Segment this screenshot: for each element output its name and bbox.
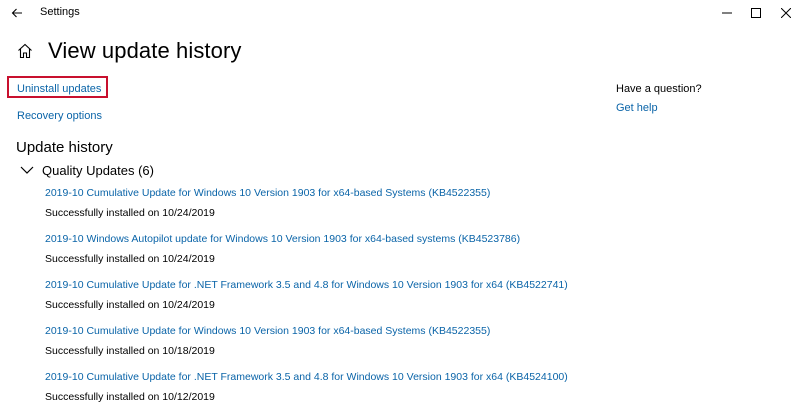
quality-updates-group[interactable]: Quality Updates (6) — [20, 161, 154, 179]
help-heading: Have a question? — [616, 83, 702, 95]
update-title-link[interactable]: 2019-10 Cumulative Update for Windows 10… — [45, 325, 785, 337]
back-button[interactable] — [6, 2, 28, 24]
update-status: Successfully installed on 10/12/2019 — [45, 391, 215, 403]
update-title-link[interactable]: 2019-10 Cumulative Update for .NET Frame… — [45, 279, 785, 291]
uninstall-updates-link[interactable]: Uninstall updates — [17, 83, 101, 95]
list-item: 2019-10 Cumulative Update for .NET Frame… — [45, 279, 785, 325]
update-status: Successfully installed on 10/18/2019 — [45, 345, 215, 357]
quality-updates-label: Quality Updates (6) — [42, 162, 154, 178]
list-item: 2019-10 Windows Autopilot update for Win… — [45, 233, 785, 279]
recovery-options-link[interactable]: Recovery options — [17, 110, 102, 122]
update-title-link[interactable]: 2019-10 Cumulative Update for Windows 10… — [45, 187, 785, 199]
home-icon — [18, 43, 32, 59]
update-status: Successfully installed on 10/24/2019 — [45, 299, 215, 311]
page-header: View update history — [14, 36, 242, 66]
title-bar: Settings — [0, 0, 800, 26]
list-item: 2019-10 Cumulative Update for .NET Frame… — [45, 371, 785, 417]
chevron-down-icon — [20, 163, 34, 177]
list-item: 2019-10 Cumulative Update for Windows 10… — [45, 325, 785, 371]
update-status: Successfully installed on 10/24/2019 — [45, 253, 215, 265]
list-item: 2019-10 Cumulative Update for Windows 10… — [45, 187, 785, 233]
update-list: 2019-10 Cumulative Update for Windows 10… — [45, 187, 785, 417]
home-button[interactable] — [14, 40, 36, 62]
page-title: View update history — [48, 38, 242, 63]
maximize-icon — [751, 8, 761, 18]
update-title-link[interactable]: 2019-10 Windows Autopilot update for Win… — [45, 233, 785, 245]
update-title-link[interactable]: 2019-10 Cumulative Update for .NET Frame… — [45, 371, 785, 383]
update-history-heading: Update history — [16, 139, 113, 156]
back-arrow-icon — [11, 8, 22, 18]
window-title: Settings — [40, 6, 80, 18]
close-button[interactable] — [768, 0, 800, 26]
close-icon — [781, 8, 791, 18]
get-help-link[interactable]: Get help — [616, 102, 658, 114]
update-status: Successfully installed on 10/24/2019 — [45, 207, 215, 219]
minimize-icon — [722, 12, 732, 14]
